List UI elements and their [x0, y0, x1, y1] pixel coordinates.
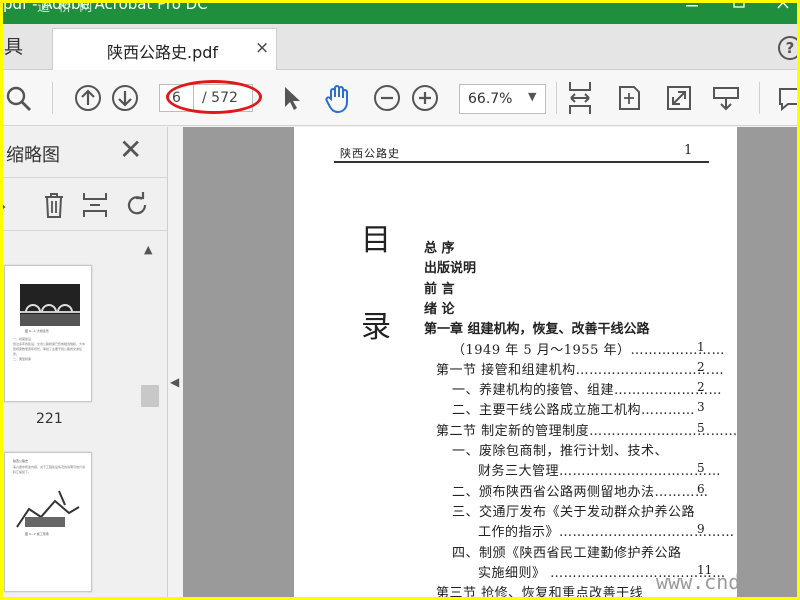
toc-entry[interactable]: 三、交通厅发布《关于发动群众护养公路 — [452, 501, 695, 520]
search-icon[interactable] — [4, 83, 34, 113]
toc-page-number: 1 — [697, 339, 705, 354]
toc-page-number: 9 — [697, 522, 705, 537]
toc-entry[interactable]: 一、养建机构的接管、组建…………………… — [452, 379, 722, 398]
page-thumbnail-222[interactable]: 陕西公路史 第六章中所述内容，关于工程建设情况的说明与统计资料汇编如下。 图 6… — [4, 452, 92, 592]
thumbnail-page-label: 221 — [36, 411, 63, 427]
tab-document[interactable]: 陕西公路史.pdf × — [52, 28, 277, 71]
previous-page-icon[interactable] — [73, 83, 103, 113]
toolbar-separator — [52, 82, 53, 114]
full-screen-icon[interactable] — [664, 83, 694, 113]
tab-document-name: 陕西公路史.pdf — [107, 43, 219, 62]
toc-entry[interactable]: 二、主要干线公路成立施工机构………… — [452, 399, 695, 418]
toc-page-number: 6 — [697, 481, 705, 496]
next-page-icon[interactable] — [110, 83, 140, 113]
toc-page-number: 2 — [697, 359, 705, 374]
fit-width-icon[interactable] — [565, 80, 595, 116]
toc-entry[interactable]: 财务三大管理……………………………… — [478, 460, 721, 479]
header-rule — [334, 161, 709, 163]
panel-toolbar — [0, 177, 168, 231]
toolbar: / 572 66.7% ▼ — [0, 70, 800, 126]
help-button[interactable]: ? — [778, 36, 800, 60]
minimize-icon[interactable] — [683, 0, 701, 10]
zoom-out-icon[interactable] — [372, 83, 402, 113]
toc-entry[interactable]: 第三节 抢修、恢复和重点改善干线 — [436, 582, 643, 600]
thumbnail-photo — [15, 487, 81, 531]
thumbnail-panel: 缩略图 ✕ 图 6—1 大桥远景 一、桥梁建设 经过多年的建设，全省公路桥梁已形… — [0, 127, 168, 600]
read-mode-icon[interactable] — [711, 83, 741, 113]
toc-entry[interactable]: 总 序 — [424, 237, 455, 256]
thumbnail-heading: 陕西公路史 — [13, 459, 29, 463]
toc-entry[interactable]: 四、制颁《陕西省民工建勤修护养公路 — [452, 542, 682, 561]
tab-row: 具 陕西公路史.pdf × ? — [0, 24, 800, 71]
site-watermark: www.cndao — [656, 570, 765, 594]
page-thumbnail-221[interactable]: 图 6—1 大桥远景 一、桥梁建设 经过多年的建设，全省公路桥梁已形成相当规模，… — [4, 265, 92, 402]
zoom-value: 66.7% — [468, 91, 513, 107]
page-number: 1 — [684, 143, 693, 158]
fit-page-icon[interactable] — [614, 83, 644, 113]
running-head: 陕西公路史 — [340, 147, 400, 160]
scroll-up-icon[interactable]: ▲ — [144, 243, 152, 256]
document-area: 陕西公路史 1 目 录 总 序出版说明前 言绪 论第一章 组建机构，恢复、改善干… — [183, 127, 800, 600]
pdf-page: 陕西公路史 1 目 录 总 序出版说明前 言绪 论第一章 组建机构，恢复、改善干… — [294, 127, 737, 600]
panel-title: 缩略图 — [6, 145, 60, 166]
delete-page-icon[interactable] — [39, 190, 69, 220]
maximize-icon[interactable] — [730, 0, 748, 10]
toc-page-number: 3 — [697, 400, 705, 415]
panel-options-icon[interactable] — [0, 190, 22, 220]
toolbar-separator — [759, 82, 760, 114]
toc-entry[interactable]: 一、废除包商制，推行计划、技术、 — [452, 440, 668, 459]
zoom-select[interactable]: 66.7% ▼ — [459, 84, 546, 114]
collapse-panel-icon[interactable]: ◀ — [170, 375, 179, 389]
insert-page-icon[interactable] — [80, 190, 110, 220]
toolbar-separator — [556, 82, 557, 114]
close-window-icon[interactable] — [774, 0, 792, 10]
toc-entry[interactable]: 绪 论 — [424, 298, 455, 317]
window-title: pdf - Adobe Acrobat Pro DC — [3, 0, 208, 13]
toc-entry[interactable]: 第一章 组建机构，恢复、改善干线公路 — [424, 318, 650, 337]
heading-char-lu: 录 — [361, 310, 391, 345]
scrollbar-thumb[interactable] — [141, 385, 159, 407]
toc-entry[interactable]: 出版说明 — [424, 257, 476, 276]
toc-page-number: 5 — [697, 461, 705, 476]
red-highlight-ellipse — [166, 80, 262, 114]
toc-entry[interactable]: 第一节 接管和组建机构…………………………… — [436, 359, 724, 378]
toc-entry[interactable]: 前 言 — [424, 278, 455, 297]
chevron-down-icon: ▼ — [528, 90, 537, 103]
title-bar: pdf - Adobe Acrobat Pro DC 道 桥 网 — [0, 0, 800, 24]
zoom-in-icon[interactable] — [410, 83, 440, 113]
tab-close-icon[interactable]: × — [255, 38, 269, 58]
toc-entry[interactable]: （1949 年 5 月～1955 年）………………… — [452, 339, 725, 358]
thumbnail-scrollbar[interactable]: ▲ — [140, 239, 160, 600]
heading-char-mu: 目 — [361, 223, 391, 258]
toc-entry[interactable]: 第二节 制定新的管理制度…………………………… — [436, 420, 738, 439]
hand-tool-icon[interactable] — [322, 81, 356, 115]
rotate-page-icon[interactable] — [122, 190, 152, 220]
thumbnail-photo — [20, 284, 80, 326]
panel-close-icon[interactable]: ✕ — [119, 136, 142, 164]
comment-icon[interactable] — [776, 83, 800, 113]
toc-page-number: 2 — [697, 380, 705, 395]
thumbnail-text: 第六章中所述内容，关于工程建设情况的说明与统计资料汇编如下。 — [13, 465, 86, 474]
tab-tools[interactable]: 具 — [0, 24, 52, 70]
thumbnail-caption: 图 6—2 施工现场 — [25, 532, 49, 536]
thumbnail-text: 一、桥梁建设 经过多年的建设，全省公路桥梁已形成相当规模，大中型桥梁数量逐年增长… — [13, 337, 86, 361]
toc-page-number: 5 — [697, 420, 705, 435]
toc-entry[interactable]: 二、颁布陕西省公路两侧留地办法………… — [452, 481, 709, 500]
thumbnail-caption: 图 6—1 大桥远景 — [25, 329, 49, 333]
select-cursor-icon[interactable] — [277, 83, 307, 113]
site-watermark: 道 桥 网 — [37, 0, 95, 15]
